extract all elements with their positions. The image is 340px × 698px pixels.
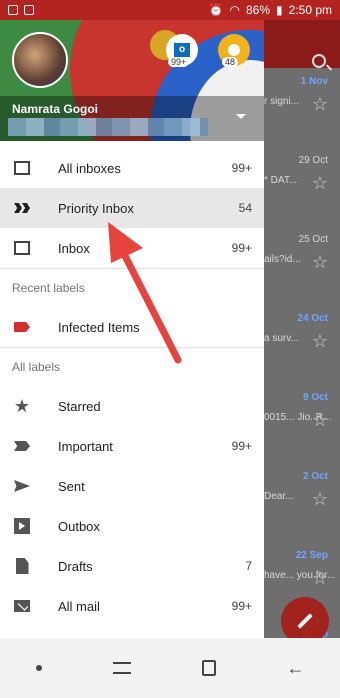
battery-icon: ▮ xyxy=(276,3,283,17)
drawer-item-spam[interactable]: Spam17 xyxy=(0,626,264,638)
mail-date: 1 Nov xyxy=(300,76,328,87)
mail-date: 24 Oct xyxy=(297,313,328,324)
account-header: o 99+ 48 Namrata Gogoi xyxy=(0,20,264,141)
unread-count: 99+ xyxy=(231,161,252,175)
drawer-item-important[interactable]: Important 99+ xyxy=(0,426,264,466)
mail-snippet: a surv... xyxy=(264,333,299,344)
background-mail-row: 2 Oct Dear... ☆ xyxy=(264,463,340,523)
background-mail-row: 22 Sep have... you for... ☆ xyxy=(264,542,340,602)
instagram-notification-icon xyxy=(24,5,34,15)
drawer-item-sent[interactable]: Sent xyxy=(0,466,264,506)
background-mail-row: 9 Oct 0015... Jio. R... ☆ xyxy=(264,384,340,444)
background-mail-row: 24 Oct a surv... ☆ xyxy=(264,305,340,365)
drawer-item-label: All mail xyxy=(58,598,100,614)
account-name: Namrata Gogoi xyxy=(12,102,99,116)
person-icon xyxy=(228,44,240,56)
star-outline-icon: ☆ xyxy=(311,173,328,193)
mail-icon xyxy=(12,600,32,612)
background-mail-row: 29 Oct * DAT... ☆ xyxy=(264,147,340,207)
mail-date: 29 Oct xyxy=(298,155,328,166)
drawer-item-label: Inbox xyxy=(58,240,90,256)
red-label-icon xyxy=(12,322,32,332)
star-outline-icon: ☆ xyxy=(311,252,328,272)
mail-date: 2 Oct xyxy=(302,471,328,482)
unread-count: 54 xyxy=(238,201,252,215)
mail-date: 25 Oct xyxy=(298,234,328,245)
mail-date: 9 Oct xyxy=(302,392,328,403)
drawer-item-label: Sent xyxy=(58,478,85,494)
priority-inbox-icon xyxy=(12,203,32,213)
gallery-notification-icon xyxy=(8,5,18,15)
background-mail-row: 1 Nov r signi... ☆ xyxy=(264,68,340,128)
home-button[interactable] xyxy=(201,660,216,676)
mail-date: 22 Sep xyxy=(295,550,328,561)
navigation-drawer: o 99+ 48 Namrata Gogoi All inboxes 99+ Pri… xyxy=(0,20,264,638)
drawer-item-label: Infected Items xyxy=(58,319,140,335)
unread-count: 7 xyxy=(245,559,252,573)
drawer-item-priority-inbox[interactable]: Priority Inbox 54 xyxy=(0,188,264,228)
drawer-item-all-mail[interactable]: All mail 99+ xyxy=(0,586,264,626)
account-badge: 99+ xyxy=(168,57,190,67)
clock: 2:50 pm xyxy=(288,3,332,17)
drawer-item-label: Important xyxy=(58,438,113,454)
search-icon xyxy=(312,54,326,68)
status-bar: ⏰ ◠ 86% ▮ 2:50 pm xyxy=(0,0,340,20)
drawer-item-infected-items[interactable]: Infected Items xyxy=(0,307,264,347)
star-outline-icon: ☆ xyxy=(311,489,328,509)
mail-snippet: ails?id... xyxy=(264,254,301,265)
outbox-icon xyxy=(12,518,32,534)
battery-percent: 86% xyxy=(246,3,271,17)
star-outline-icon: ☆ xyxy=(311,410,328,430)
mail-snippet: r signi... xyxy=(264,96,300,107)
account-switcher-caret-icon[interactable] xyxy=(236,114,246,119)
back-button[interactable]: ← xyxy=(287,658,305,679)
drawer-item-inbox[interactable]: Inbox 99+ xyxy=(0,228,264,268)
drawer-item-drafts[interactable]: Drafts 7 xyxy=(0,546,264,586)
send-icon xyxy=(12,480,32,492)
all-inboxes-icon xyxy=(12,161,32,175)
alarm-icon: ⏰ xyxy=(208,3,224,17)
pencil-icon xyxy=(297,613,313,629)
drawer-item-all-inboxes[interactable]: All inboxes 99+ xyxy=(0,148,264,188)
drawer-item-outbox[interactable]: Outbox xyxy=(0,506,264,546)
drawer-item-label: Starred xyxy=(58,398,101,414)
account-email-redacted xyxy=(8,118,208,136)
drawer-item-starred[interactable]: ★ Starred xyxy=(0,386,264,426)
unread-count: 99+ xyxy=(231,241,252,255)
system-nav-bar: ← xyxy=(0,638,340,698)
background-mail-row: 25 Oct ails?id... ☆ xyxy=(264,226,340,286)
star-outline-icon: ☆ xyxy=(311,94,328,114)
mail-snippet: Dear... xyxy=(264,491,294,502)
wifi-icon: ◠ xyxy=(229,3,240,17)
unread-count: 99+ xyxy=(231,599,252,613)
recent-labels-heading: Recent labels xyxy=(12,281,85,295)
inbox-icon xyxy=(12,241,32,255)
draft-icon xyxy=(12,558,32,574)
avatar[interactable] xyxy=(12,32,68,88)
important-icon xyxy=(12,441,32,451)
recents-button[interactable] xyxy=(112,662,131,674)
star-outline-icon: ☆ xyxy=(311,568,328,588)
all-labels-heading: All labels xyxy=(12,360,61,374)
background-app-bar xyxy=(264,20,340,68)
star-outline-icon: ☆ xyxy=(311,331,328,351)
account-badge: 48 xyxy=(222,57,239,67)
drawer-item-label: Outbox xyxy=(58,518,100,534)
star-icon: ★ xyxy=(13,396,31,416)
drawer-item-label: Drafts xyxy=(58,558,93,574)
drawer-item-label: Priority Inbox xyxy=(58,200,134,216)
drawer-item-label: All inboxes xyxy=(58,160,121,176)
mail-snippet: * DAT... xyxy=(264,175,298,186)
unread-count: 99+ xyxy=(231,439,252,453)
nav-dot-icon[interactable] xyxy=(35,665,42,671)
